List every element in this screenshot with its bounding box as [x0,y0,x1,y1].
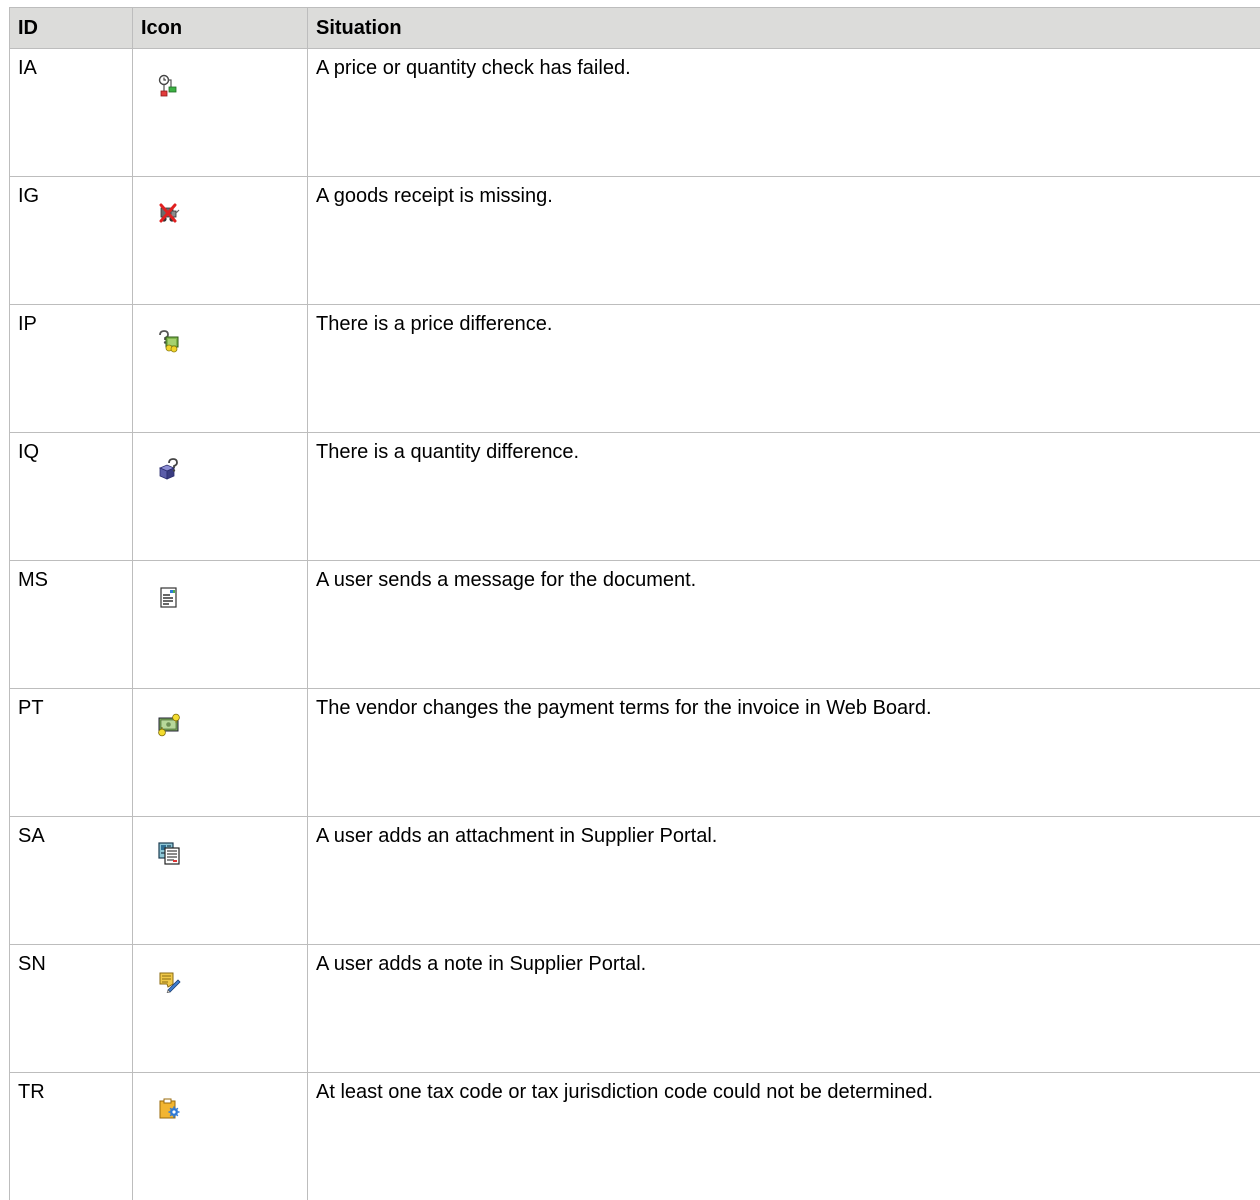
row-id: IG [10,177,133,305]
row-icon-cell [133,433,308,561]
table-row: SN A user adds a note in Supplier Portal… [10,945,1260,1073]
row-icon-cell [133,177,308,305]
row-id: IA [10,49,133,177]
row-situation: At least one tax code or tax jurisdictio… [308,1073,1260,1200]
row-icon-cell [133,945,308,1073]
header-icon: Icon [133,8,308,49]
row-situation: A user sends a message for the document. [308,561,1260,689]
row-id: MS [10,561,133,689]
table-row: IA A price or quantity check has failed. [10,49,1260,177]
table-row: IP There is a price difference. [10,305,1260,433]
row-id: SA [10,817,133,945]
tax-code-icon [157,1097,181,1121]
note-edit-icon [157,969,181,993]
table-row: SA A user adds an attachment in Supplier… [10,817,1260,945]
table-row: MS A user sends a message for the docume… [10,561,1260,689]
row-situation: There is a price difference. [308,305,1260,433]
price-difference-icon [157,329,181,353]
table-row: PT The vendor changes the payment terms … [10,689,1260,817]
message-document-icon [157,585,181,609]
row-id: SN [10,945,133,1073]
table-row: TR At least one tax code or tax jurisdic… [10,1073,1260,1200]
row-id: IP [10,305,133,433]
table-header: ID Icon Situation [10,8,1260,49]
table-row: IG A goods receipt is missing. [10,177,1260,305]
row-icon-cell [133,561,308,689]
situations-table: ID Icon Situation IA A price or quantity… [9,7,1260,1200]
row-situation: A goods receipt is missing. [308,177,1260,305]
row-icon-cell [133,1073,308,1200]
row-icon-cell [133,689,308,817]
row-situation: A user adds an attachment in Supplier Po… [308,817,1260,945]
row-situation: There is a quantity difference. [308,433,1260,561]
row-situation: A price or quantity check has failed. [308,49,1260,177]
payment-terms-icon [157,713,181,737]
table-row: IQ There is a quantity difference. [10,433,1260,561]
quantity-difference-icon [157,457,181,481]
row-id: TR [10,1073,133,1200]
row-id: IQ [10,433,133,561]
header-id: ID [10,8,133,49]
row-id: PT [10,689,133,817]
goods-receipt-missing-icon [157,201,181,225]
row-situation: The vendor changes the payment terms for… [308,689,1260,817]
price-quantity-check-failed-icon [157,73,181,97]
header-situation: Situation [308,8,1260,49]
row-icon-cell [133,817,308,945]
row-icon-cell [133,305,308,433]
table-body: IA A price or quantity check has failed.… [10,49,1260,1200]
header-row: ID Icon Situation [10,8,1260,49]
row-icon-cell [133,49,308,177]
row-situation: A user adds a note in Supplier Portal. [308,945,1260,1073]
attachment-icon [157,841,181,865]
